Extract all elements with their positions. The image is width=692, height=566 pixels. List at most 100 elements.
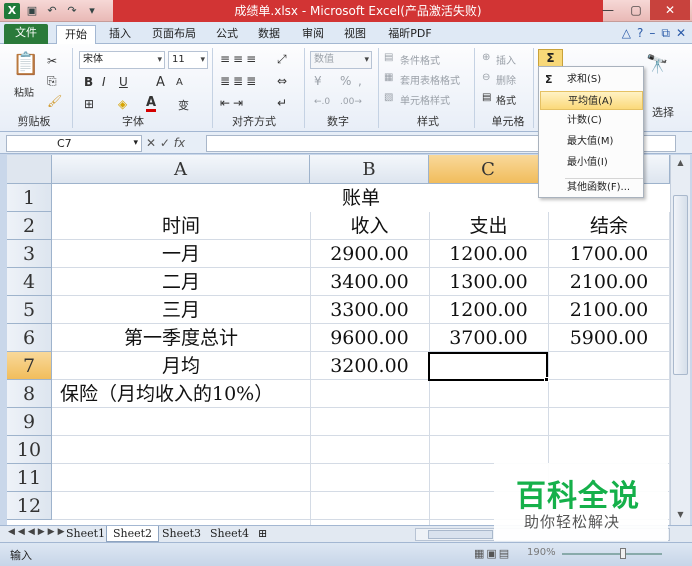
horizontal-scroll-thumb[interactable] [428, 530, 493, 539]
tab-file[interactable]: 文件 [4, 24, 48, 44]
cell-c6[interactable]: 3700.00 [429, 324, 548, 352]
tab-insert[interactable]: 插入 [102, 25, 138, 44]
italic-button[interactable]: I [102, 75, 106, 89]
format-painter-icon[interactable]: 🖌 [47, 94, 62, 108]
row-header-2[interactable]: 2 [7, 212, 52, 240]
menu-item-average[interactable]: 平均值(A) [540, 91, 643, 110]
menu-item-count[interactable]: 计数(C) [540, 111, 643, 130]
bold-button[interactable]: B [84, 75, 93, 89]
fill-handle[interactable] [544, 377, 549, 382]
cell-a7[interactable]: 月均 [52, 352, 310, 380]
cell-a3[interactable]: 一月 [52, 240, 310, 268]
orientation-icon[interactable]: ⤢ [277, 52, 287, 67]
copy-icon[interactable]: ⎘ [47, 74, 57, 89]
cell-d4[interactable]: 2100.00 [548, 268, 670, 296]
cell-b2[interactable]: 收入 [310, 212, 429, 240]
sheet-tab-sheet3[interactable]: Sheet3 [156, 526, 207, 542]
number-format-select[interactable]: 数值 [310, 51, 372, 69]
enter-icon[interactable]: ✓ [160, 136, 170, 150]
sheet-tab-sheet4[interactable]: Sheet4 [204, 526, 255, 542]
select-all-corner[interactable] [7, 155, 52, 184]
comma-button[interactable]: , [358, 74, 362, 88]
cell-a8[interactable]: 保险（月均收入的10%） [52, 380, 352, 408]
insert-cells-icon[interactable]: ⊕ [482, 52, 490, 63]
underline-button[interactable]: U [119, 75, 128, 89]
row-header-3[interactable]: 3 [7, 240, 52, 268]
paste-icon[interactable]: 📋 [12, 52, 39, 77]
autosum-button[interactable]: Σ [538, 49, 563, 67]
cell-style-icon[interactable]: ▧ [384, 92, 393, 103]
row-header-5[interactable]: 5 [7, 296, 52, 324]
cell-style-button[interactable]: 单元格样式 [400, 92, 450, 107]
row-header-11[interactable]: 11 [7, 464, 52, 492]
tab-formulas[interactable]: 公式 [210, 25, 244, 44]
cell-b7[interactable]: 3200.00 [310, 352, 429, 380]
collapse-ribbon-icon[interactable]: △ [622, 26, 631, 41]
tab-page-layout[interactable]: 页面布局 [146, 25, 202, 44]
phonetic-button[interactable]: 变 [178, 97, 189, 113]
cell-a2[interactable]: 时间 [52, 212, 310, 240]
vertical-scrollbar[interactable]: ▲ ▼ [670, 155, 690, 525]
row-header-1[interactable]: 1 [7, 184, 52, 212]
format-cells-button[interactable]: 格式 [496, 92, 516, 107]
tab-foxit-pdf[interactable]: 福昕PDF [380, 25, 440, 44]
horizontal-align-icons[interactable]: ≣≣≣ [220, 74, 259, 88]
insert-cells-button[interactable]: 插入 [496, 52, 516, 67]
cell-d6[interactable]: 5900.00 [548, 324, 670, 352]
font-color-button[interactable]: A [146, 96, 157, 112]
row-header-12[interactable]: 12 [7, 492, 52, 520]
menu-item-sum[interactable]: Σ 求和(S) [540, 70, 643, 89]
conditional-format-icon[interactable]: ▤ [384, 52, 393, 63]
view-mode-icons[interactable]: ▦▣▤ [474, 547, 511, 560]
zoom-level[interactable]: 190% [527, 547, 556, 558]
paste-button[interactable]: 粘贴 [14, 84, 34, 99]
format-cells-icon[interactable]: ▤ [482, 92, 491, 103]
cell-c4[interactable]: 1300.00 [429, 268, 548, 296]
cell-b4[interactable]: 3400.00 [310, 268, 429, 296]
tab-view[interactable]: 视图 [338, 25, 372, 44]
cut-icon[interactable]: ✂ [47, 54, 57, 68]
row-header-10[interactable]: 10 [7, 436, 52, 464]
excel-app-icon[interactable]: X [4, 3, 20, 19]
cell-c5[interactable]: 1200.00 [429, 296, 548, 324]
cell-a4[interactable]: 二月 [52, 268, 310, 296]
minimize-icon[interactable]: — [594, 0, 622, 20]
sheet-nav-icons[interactable]: ◀◀◀▶▶▶ [8, 527, 68, 537]
redo-icon[interactable]: ↷ [64, 3, 80, 19]
new-sheet-icon[interactable]: ⊞ [252, 526, 273, 542]
column-header-c[interactable]: C [429, 155, 548, 184]
decrease-decimal-icon[interactable]: .00→ [340, 97, 362, 107]
save-icon[interactable]: ▣ [24, 3, 40, 19]
row-header-9[interactable]: 9 [7, 408, 52, 436]
maximize-icon[interactable]: ▢ [622, 0, 650, 20]
conditional-format-button[interactable]: 条件格式 [400, 52, 440, 67]
insert-function-button[interactable]: fx [174, 136, 185, 150]
column-header-b[interactable]: B [310, 155, 429, 184]
merge-center-icon[interactable]: ⇔ [277, 74, 287, 88]
indent-icons[interactable]: ⇤⇥ [220, 96, 246, 110]
font-name-select[interactable]: 宋体 [79, 51, 165, 69]
top-align-icons[interactable]: ≡≡≡ [220, 52, 259, 66]
help-icon[interactable]: ? [637, 26, 643, 41]
wrap-text-icon[interactable]: ↵ [277, 96, 287, 110]
vertical-scroll-thumb[interactable] [673, 195, 688, 375]
cell-c2[interactable]: 支出 [429, 212, 548, 240]
delete-cells-button[interactable]: 删除 [496, 72, 516, 87]
currency-icon[interactable]: ¥ [314, 74, 322, 88]
cell-c3[interactable]: 1200.00 [429, 240, 548, 268]
close-icon[interactable]: ✕ [650, 0, 690, 20]
select-button[interactable]: 选择 [652, 104, 674, 120]
font-size-select[interactable]: 11 [168, 51, 208, 69]
cell-b5[interactable]: 3300.00 [310, 296, 429, 324]
window-restore-icon[interactable]: ⧉ [661, 26, 670, 41]
row-header-6[interactable]: 6 [7, 324, 52, 352]
cell-d3[interactable]: 1700.00 [548, 240, 670, 268]
sheet-tab-sheet1[interactable]: Sheet1 [60, 526, 111, 542]
menu-item-more-functions[interactable]: 其他函数(F)... [540, 178, 643, 197]
scroll-down-icon[interactable]: ▼ [671, 507, 690, 523]
tab-data[interactable]: 数据 [252, 25, 286, 44]
scroll-up-icon[interactable]: ▲ [671, 155, 690, 171]
border-icon[interactable]: ⊞ [84, 97, 94, 111]
zoom-slider-knob[interactable] [620, 548, 626, 559]
row-header-8[interactable]: 8 [7, 380, 52, 408]
